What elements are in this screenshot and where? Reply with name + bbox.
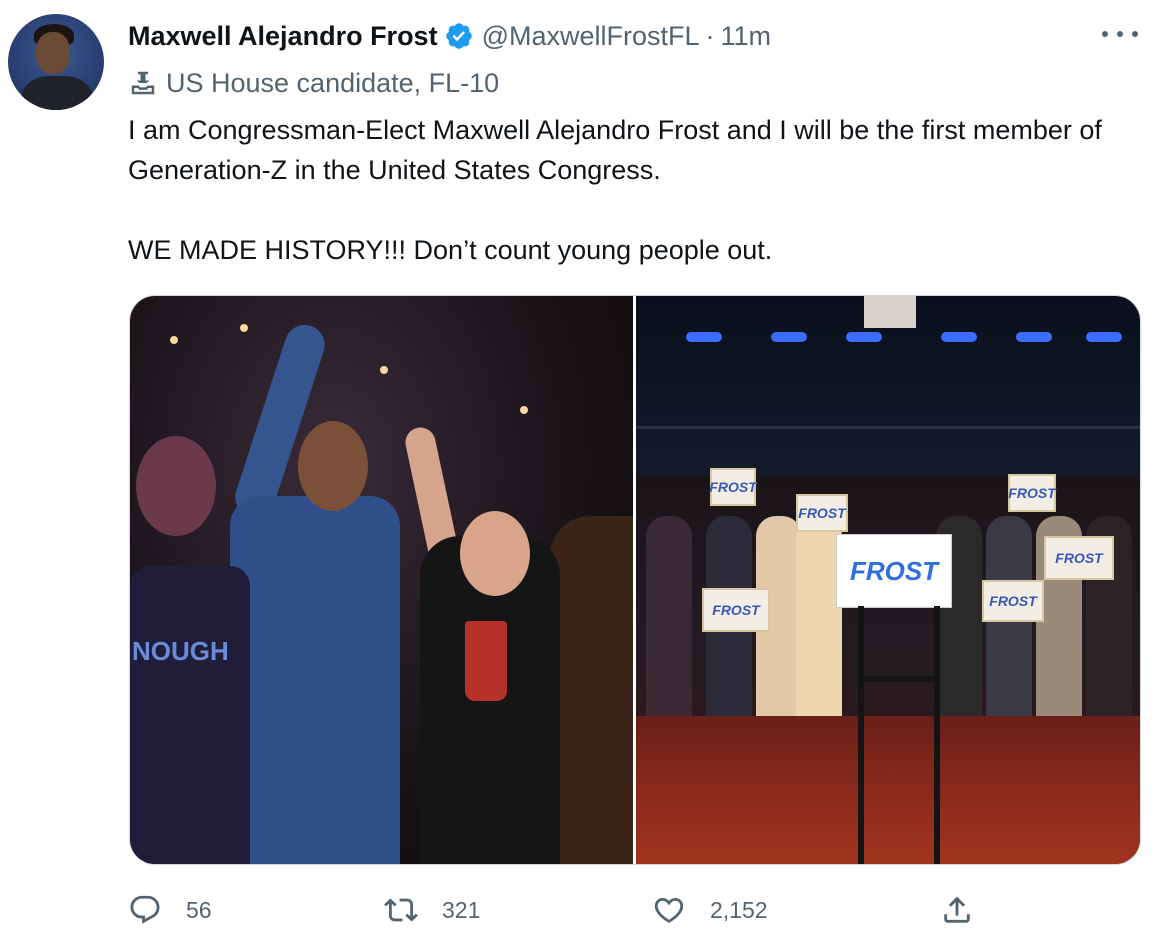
ballot-box-icon bbox=[131, 71, 155, 95]
campaign-sign: FROST bbox=[1044, 536, 1114, 580]
tweet-paragraph-1: I am Congressman-Elect Maxwell Alejandro… bbox=[128, 115, 1102, 185]
person-face bbox=[136, 436, 216, 536]
stage-rally-photo[interactable]: FROST FROST FROST FROST FROST FROST FROS… bbox=[636, 296, 1140, 864]
celebration-photo[interactable]: NOUGH bbox=[130, 296, 633, 864]
tweet-header: Maxwell Alejandro Frost @MaxwellFrostFL … bbox=[128, 16, 771, 56]
tweet-text: I am Congressman-Elect Maxwell Alejandro… bbox=[128, 110, 1128, 270]
campaign-sign: FROST bbox=[709, 468, 757, 506]
drink-cup bbox=[465, 621, 507, 701]
person bbox=[130, 566, 250, 864]
reply-count: 56 bbox=[186, 896, 212, 923]
campaign-sign: FROST bbox=[1008, 474, 1056, 512]
like-button[interactable]: 2,152 bbox=[652, 888, 768, 932]
header-separator: · bbox=[705, 20, 715, 51]
avatar-face bbox=[36, 32, 70, 74]
tweet[interactable]: Maxwell Alejandro Frost @MaxwellFrostFL … bbox=[0, 0, 1160, 946]
heart-icon bbox=[654, 897, 684, 923]
person-face bbox=[460, 511, 530, 596]
tweet-actions: 56 321 2,152 bbox=[128, 888, 1028, 932]
media-grid: NOUGH FROST FROST FROST FROST FROST FROS… bbox=[129, 295, 1141, 865]
reply-button[interactable]: 56 bbox=[128, 888, 212, 932]
display-name[interactable]: Maxwell Alejandro Frost bbox=[128, 21, 438, 52]
user-handle[interactable]: @MaxwellFrostFL bbox=[482, 21, 700, 52]
campaign-sign: FROST bbox=[796, 494, 848, 532]
account-label-text: US House candidate, FL-10 bbox=[166, 67, 500, 98]
like-count: 2,152 bbox=[710, 896, 768, 923]
person-face bbox=[298, 421, 368, 511]
podium-sign: FROST bbox=[836, 534, 952, 608]
retweet-button[interactable]: 321 bbox=[384, 888, 480, 932]
tweet-paragraph-2: WE MADE HISTORY!!! Don’t count young peo… bbox=[128, 235, 773, 265]
reply-icon bbox=[130, 895, 160, 924]
verified-badge-icon bbox=[445, 23, 472, 49]
timestamp[interactable]: 11m bbox=[721, 21, 772, 52]
share-icon bbox=[944, 896, 970, 923]
avatar-shoulders bbox=[22, 76, 92, 110]
podium bbox=[858, 606, 940, 864]
share-button[interactable] bbox=[940, 888, 974, 932]
person-in-suit bbox=[230, 496, 400, 864]
retweet-icon bbox=[384, 898, 418, 922]
shirt-print: NOUGH bbox=[132, 636, 229, 666]
person bbox=[550, 516, 633, 864]
more-options-icon[interactable] bbox=[1102, 22, 1138, 46]
avatar[interactable] bbox=[8, 14, 104, 110]
campaign-sign: FROST bbox=[982, 580, 1044, 622]
campaign-sign: FROST bbox=[702, 588, 770, 632]
account-label: US House candidate, FL-10 bbox=[128, 64, 499, 102]
retweet-count: 321 bbox=[442, 896, 481, 923]
